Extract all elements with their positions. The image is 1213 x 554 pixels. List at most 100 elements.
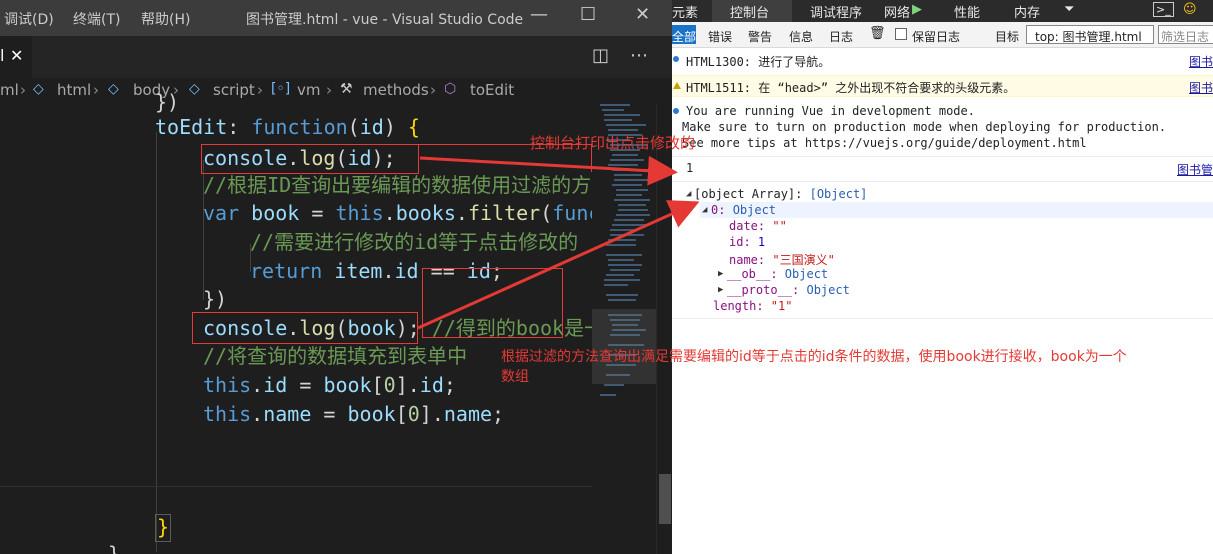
breadcrumb-toedit[interactable]: toEdit [470,81,514,99]
tab-debugger[interactable]: 调试程序 [810,2,862,21]
code-comment: //将查询的数据填充到表单中 [203,344,468,368]
console-message: You are running Vue in development mode.… [672,102,1213,154]
more-tabs-icon[interactable]: ⏷ [1064,2,1074,17]
wrench-icon: ⚒ [340,81,353,97]
tab-network[interactable]: 网络 [884,2,910,21]
split-editor-icon[interactable]: ◫ [592,45,609,66]
code-line: toEdit: function(id) { [155,115,420,139]
tab-close-icon[interactable]: ✕ [10,46,23,65]
title-bar: 调试(D) 终端(T) 帮助(H) 图书管理.html - vue - Visu… [0,0,672,36]
more-actions-icon[interactable]: ⋯ [630,45,648,66]
editor-tab-bar: l ✕ ◫ ⋯ [0,36,672,78]
preserve-log-label: 保留日志 [912,30,961,44]
tree-item-proto[interactable]: __proto__: Object [727,283,850,297]
message-source-link[interactable]: 图书 [1189,53,1213,70]
breadcrumb-methods[interactable]: methods [363,81,429,99]
tree-item-0[interactable]: 0: Object [711,203,776,217]
message-text: Make sure to turn on production mode whe… [682,120,1167,134]
code-line: this.name = book[0].name; [203,402,505,426]
scrollbar-thumb[interactable] [659,474,671,524]
code-line: }) [203,287,228,311]
filter-input[interactable]: 筛选日志 [1158,25,1213,44]
breadcrumb-vm[interactable]: vm [297,81,321,99]
collapsed-triangle-icon[interactable]: ▶ [718,269,723,279]
filter-errors-button[interactable]: 错误 [708,28,732,45]
code-line: console.log(id); [203,146,396,170]
tab-elements[interactable]: 元素 [672,2,698,21]
minimap[interactable] [592,104,656,554]
warning-icon [673,82,681,89]
chevron-right-icon: › [326,81,332,99]
current-line-border [0,486,592,487]
code-comment: //根据ID查询出要编辑的数据使用过滤的方 [203,173,592,197]
tab-memory[interactable]: 内存 [1014,2,1040,21]
console-object-tree: ◢ [object Array]: [Object] ◢ 0: Object d… [672,187,1213,362]
message-text: You are running Vue in development mode. [686,104,975,118]
chevron-right-icon: › [93,81,99,99]
tab-performance[interactable]: 性能 [954,2,980,21]
menu-terminal[interactable]: 终端(T) [73,9,120,29]
close-window-button[interactable]: ✕ [635,4,650,25]
maximize-button[interactable]: ☐ [580,4,596,25]
array-header[interactable]: [object Array]: [Object] [694,187,867,201]
feedback-smiley-icon[interactable]: ☺ [1183,2,1197,17]
code-line: var book = this.books.filter(func [203,201,601,225]
tab-label: l [0,46,5,65]
tree-item-date: date: "" [729,219,787,233]
preserve-log-checkbox[interactable] [895,28,907,40]
target-select[interactable]: _top: 图书管理.html [1026,25,1154,44]
message-text: See more tips at https://vuejs.org/guide… [682,136,1087,150]
info-icon [673,108,679,114]
devtools-panel: 元素 控制台 调试程序 网络 ▶ 性能 内存 ⏷ >_ ☺ 全部 错误 警告 信… [672,0,1213,554]
filter-all-button[interactable]: 全部 [672,25,696,44]
tab-console[interactable]: 控制台 [730,2,769,21]
variable-icon: [◦] [271,81,291,97]
log-value: 1 [686,161,694,175]
target-label: 目标 [995,30,1020,44]
selected-row-highlight [700,202,1213,218]
filter-warnings-button[interactable]: 警告 [748,28,772,45]
expanded-triangle-icon[interactable]: ◢ [702,205,707,215]
code-line: } [155,514,172,542]
menu-debug[interactable]: 调试(D) [4,9,54,29]
breadcrumb-file[interactable]: ml [0,81,19,99]
method-icon: ⬡ [444,81,457,97]
breadcrumb-html[interactable]: html [57,81,91,99]
minimap-slider[interactable] [592,309,656,384]
filter-log-button[interactable]: 日志 [829,28,853,45]
vertical-scrollbar[interactable] [656,104,672,554]
code-line: }) [155,90,180,114]
console-output: HTML1300: 进行了导航。 图书 HTML1511: 在 “head>” … [672,48,1213,554]
breadcrumb-script[interactable]: script [213,81,255,99]
element-icon: ◇ [189,81,200,97]
element-icon: ◇ [33,81,44,97]
filter-info-button[interactable]: 信息 [789,28,813,45]
window-title: 图书管理.html - vue - Visual Studio Code [246,12,524,28]
chevron-right-icon: › [430,81,436,99]
info-icon [673,56,679,62]
indent-guide [156,132,157,552]
editor-tab[interactable]: l ✕ [0,36,32,78]
console-warning: HTML1511: 在 “head>” 之外出现不符合要求的头级元素。 图书 [672,75,1213,97]
console-toolbar: 全部 错误 警告 信息 日志 🗑 保留日志 目标 _top: 图书管理.html… [672,22,1213,48]
message-source-link[interactable]: 图书管 [1177,161,1213,178]
record-icon: ▶ [912,2,922,17]
tree-item-id: id: 1 [729,235,766,249]
message-text: HTML1300: 进行了导航。 [686,55,831,69]
message-text: HTML1511: 在 “head>” 之外出现不符合要求的头级元素。 [686,81,1016,95]
console-log: 1 图书管 [672,160,1213,178]
clear-console-icon[interactable]: 🗑 [869,26,886,41]
divider [672,318,1213,319]
menu-help[interactable]: 帮助(H) [141,9,190,29]
expanded-triangle-icon[interactable]: ◢ [686,189,691,199]
message-source-link[interactable]: 图书 [1189,79,1213,96]
collapsed-triangle-icon[interactable]: ▶ [718,285,723,295]
breadcrumb: ml › ◇ html › ◇ body › ◇ script › [◦] vm… [0,78,672,104]
chevron-right-icon: › [20,81,26,99]
console-drawer-icon[interactable]: >_ [1153,2,1174,17]
tree-item-length: length: "1" [713,299,793,313]
code-editor[interactable]: }) toEdit: function(id) { console.log(id… [0,90,604,554]
tree-item-ob[interactable]: __ob__: Object [727,267,828,281]
minimize-button[interactable]: — [530,4,548,25]
code-line: }, [108,542,133,554]
